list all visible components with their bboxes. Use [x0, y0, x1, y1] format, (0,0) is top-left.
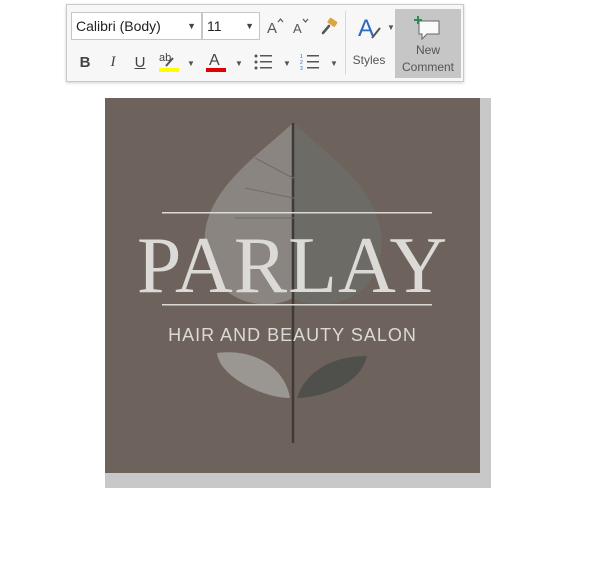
styles-icon: A — [358, 15, 381, 42]
font-shrink-icon: A — [293, 18, 309, 35]
highlight-button[interactable]: ab — [157, 49, 181, 75]
document-image[interactable]: PARLAY HAIR AND BEAUTY SALON — [105, 98, 480, 473]
font-color-label: A — [209, 52, 220, 69]
new-comment-icon — [414, 16, 440, 41]
new-comment-label-line2: Comment — [401, 60, 454, 74]
highlighter-icon: ab — [159, 52, 179, 72]
bullet-list-icon — [254, 54, 272, 70]
shrink-font-button[interactable]: A — [291, 15, 311, 37]
logo-wordmark: PARLAY — [136, 222, 449, 310]
chevron-down-icon[interactable]: ▼ — [187, 59, 195, 68]
svg-text:A: A — [267, 20, 277, 35]
italic-button[interactable]: I — [103, 51, 123, 73]
logo-tagline: HAIR AND BEAUTY SALON — [168, 325, 417, 345]
chevron-down-icon[interactable]: ▼ — [187, 13, 196, 39]
underline-label: U — [134, 53, 146, 71]
font-color-bar — [206, 68, 226, 72]
format-painter-icon — [321, 17, 338, 35]
numbering-button[interactable]: 1 2 3 — [299, 51, 321, 73]
chevron-down-icon[interactable]: ▼ — [245, 13, 254, 39]
chevron-down-icon[interactable]: ▼ — [283, 59, 291, 68]
svg-text:3: 3 — [300, 66, 303, 71]
chevron-down-icon[interactable]: ▼ — [387, 23, 395, 32]
new-comment-button[interactable]: New Comment — [395, 9, 461, 78]
italic-label: I — [110, 53, 116, 70]
font-color-button[interactable]: A — [204, 49, 228, 75]
mini-toolbar: Calibri (Body) ▼ 11 ▼ A A B I U ab ▼ A ▼… — [66, 4, 464, 82]
svg-text:A: A — [358, 15, 374, 42]
underline-button[interactable]: U — [130, 51, 150, 73]
numbered-list-icon: 1 2 3 — [300, 54, 319, 71]
font-name-value: Calibri (Body) — [76, 18, 161, 34]
grow-font-button[interactable]: A — [265, 15, 285, 37]
styles-label: Styles — [352, 53, 386, 67]
new-comment-label-line1: New — [415, 43, 440, 57]
svg-text:A: A — [293, 21, 302, 35]
styles-button[interactable]: A — [355, 13, 385, 43]
font-name-combo[interactable]: Calibri (Body) ▼ — [71, 12, 202, 40]
bullets-button[interactable] — [252, 51, 274, 73]
format-painter-button[interactable] — [318, 15, 340, 37]
font-size-combo[interactable]: 11 ▼ — [202, 12, 260, 40]
chevron-down-icon[interactable]: ▼ — [235, 59, 243, 68]
chevron-down-icon[interactable]: ▼ — [330, 59, 338, 68]
font-color-icon: A — [206, 52, 226, 72]
bold-label: B — [79, 53, 91, 71]
font-size-value: 11 — [207, 18, 222, 34]
font-grow-icon: A — [267, 18, 284, 35]
highlight-color-bar — [159, 68, 179, 72]
toolbar-separator — [345, 11, 346, 75]
bold-button[interactable]: B — [75, 51, 95, 73]
